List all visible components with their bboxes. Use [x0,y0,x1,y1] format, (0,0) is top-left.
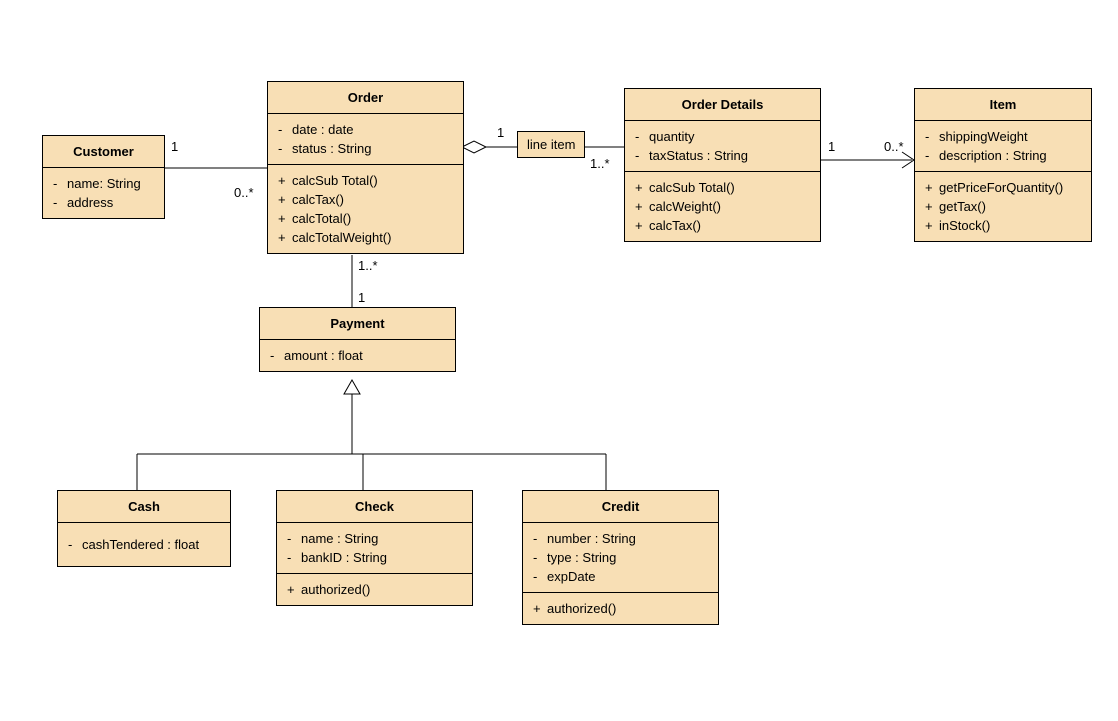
class-order-details: Order Details -quantity -taxStatus : Str… [624,88,821,242]
class-check: Check -name : String -bankID : String +a… [276,490,473,606]
class-cash: Cash -cashTendered : float [57,490,231,567]
mult: 0..* [884,139,904,154]
class-name: Customer [43,136,164,168]
assoc-label-line-item: line item [517,131,585,158]
class-name: Cash [58,491,230,523]
class-attrs: -name : String -bankID : String [277,523,472,574]
class-attrs: -cashTendered : float [58,523,230,566]
class-attrs: -amount : float [260,340,455,371]
mult: 1 [497,125,504,140]
class-ops: +authorized() [277,574,472,605]
class-ops: +authorized() [523,593,718,624]
class-ops: +getPriceForQuantity() +getTax() +inStoc… [915,172,1091,241]
class-attrs: -number : String -type : String -expDate [523,523,718,593]
mult: 1 [358,290,365,305]
class-name: Order [268,82,463,114]
class-credit: Credit -number : String -type : String -… [522,490,719,625]
class-customer: Customer -name: String -address [42,135,165,219]
mult: 0..* [234,185,254,200]
class-attrs: -quantity -taxStatus : String [625,121,820,172]
class-attrs: -shippingWeight -description : String [915,121,1091,172]
class-attrs: -date : date -status : String [268,114,463,165]
mult: 1..* [590,156,610,171]
class-item: Item -shippingWeight -description : Stri… [914,88,1092,242]
class-order: Order -date : date -status : String +cal… [267,81,464,254]
class-name: Order Details [625,89,820,121]
class-ops: +calcSub Total() +calcTax() +calcTotal()… [268,165,463,253]
class-ops: +calcSub Total() +calcWeight() +calcTax(… [625,172,820,241]
class-name: Check [277,491,472,523]
mult: 1 [828,139,835,154]
class-name: Payment [260,308,455,340]
mult: 1..* [358,258,378,273]
class-attrs: -name: String -address [43,168,164,218]
mult: 1 [171,139,178,154]
class-name: Credit [523,491,718,523]
class-name: Item [915,89,1091,121]
class-payment: Payment -amount : float [259,307,456,372]
